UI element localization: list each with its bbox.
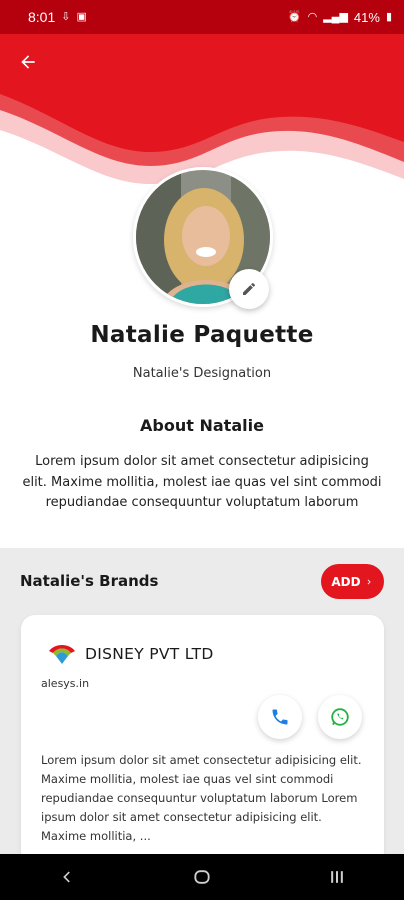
- alarm-icon: ⏰: [287, 10, 302, 23]
- brands-title: Natalie's Brands: [20, 572, 159, 590]
- edit-avatar-button[interactable]: [229, 269, 269, 309]
- whatsapp-button[interactable]: [318, 695, 362, 739]
- chevron-right-icon: [367, 579, 371, 584]
- chevron-left-icon: [63, 871, 71, 883]
- whatsapp-icon: [331, 708, 349, 726]
- brand-logo: [47, 643, 77, 665]
- arrow-left-icon: [21, 55, 35, 69]
- add-button-label: ADD: [331, 574, 361, 589]
- recents-icon: [330, 871, 343, 883]
- brand-url[interactable]: alesys.in: [41, 677, 89, 690]
- status-time: 8:01: [28, 9, 56, 25]
- brand-description: Lorem ipsum dolor sit amet consectetur a…: [41, 753, 362, 843]
- signal-icon: ▂▄▆: [323, 10, 348, 23]
- battery-percent: 41%: [353, 9, 380, 25]
- brand-name: DISNEY PVT LTD: [85, 645, 214, 663]
- pencil-icon: [243, 283, 255, 295]
- nav-recents-button[interactable]: [317, 857, 357, 897]
- battery-icon: ▮: [385, 10, 392, 23]
- wifi-icon: ◠: [307, 10, 318, 23]
- system-nav-bar: [0, 854, 404, 900]
- profile-avatar-container: [133, 167, 273, 309]
- phone-icon: [272, 709, 288, 725]
- notification-icon: ▣: [76, 10, 87, 23]
- nav-back-button[interactable]: [47, 857, 87, 897]
- status-bar: 8:01 ⇩ ▣ ⏰ ◠ ▂▄▆ 41% ▮: [0, 0, 404, 34]
- back-button[interactable]: [14, 48, 42, 76]
- home-circle-icon: [194, 870, 210, 884]
- about-text: Lorem ipsum dolor sit amet consectetur a…: [22, 454, 382, 510]
- nav-home-button[interactable]: [182, 857, 222, 897]
- add-brand-button[interactable]: ADD: [321, 564, 384, 599]
- brand-card[interactable]: DISNEY PVT LTD alesys.in Lorem ipsum dol…: [21, 615, 384, 865]
- call-button[interactable]: [258, 695, 302, 739]
- profile-name: Natalie Paquette: [90, 322, 314, 348]
- about-title: About Natalie: [140, 416, 264, 435]
- brands-section: Natalie's Brands ADD DISNEY PVT LTD ales…: [0, 548, 404, 865]
- profile-designation: Natalie's Designation: [132, 366, 272, 381]
- download-icon: ⇩: [61, 10, 71, 23]
